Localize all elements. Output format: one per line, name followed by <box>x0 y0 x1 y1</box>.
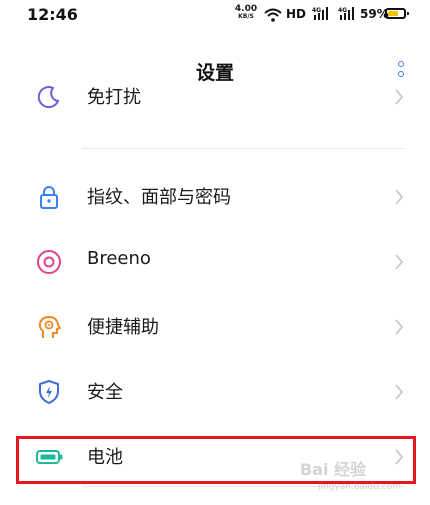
lock-icon <box>36 184 62 210</box>
settings-item-label: 指纹、面部与密码 <box>87 187 231 208</box>
battery-status-icon <box>385 8 409 19</box>
network-speed-unit: KB/S <box>238 13 254 20</box>
signal-4g-icon: 4G <box>338 6 360 25</box>
settings-item-accessibility[interactable]: 便捷辅助 <box>0 296 430 356</box>
svg-text:4G: 4G <box>338 7 347 14</box>
chevron-right-icon <box>394 383 404 405</box>
settings-item-breeno[interactable]: Breeno <box>0 231 430 291</box>
breeno-icon <box>36 249 62 275</box>
settings-item-label: 便捷辅助 <box>87 317 159 338</box>
settings-item-label: 免打扰 <box>87 87 141 108</box>
chevron-right-icon <box>394 88 404 110</box>
signal-4g-icon: 4G <box>312 6 334 25</box>
settings-item-do-not-disturb[interactable]: 免打扰 <box>0 80 430 126</box>
hd-voice-indicator: HD <box>286 7 307 21</box>
watermark-url: jingyan.baidu.com <box>318 482 402 492</box>
settings-item-fingerprint-face-password[interactable]: 指纹、面部与密码 <box>0 166 430 226</box>
shield-icon <box>36 379 62 405</box>
settings-item-label: Breeno <box>87 248 151 269</box>
chevron-right-icon <box>394 188 404 210</box>
svg-text:4G: 4G <box>312 7 321 14</box>
chevron-right-icon <box>394 253 404 275</box>
status-time: 12:46 <box>27 5 78 24</box>
wifi-icon <box>264 7 282 26</box>
network-speed-value: 4.00 <box>234 4 258 14</box>
watermark: Bai 经验 <box>300 460 367 479</box>
status-bar: 12:46 4.00 KB/S HD 4G 4G 59% <box>0 0 430 30</box>
moon-icon <box>36 84 62 110</box>
network-speed: 4.00 KB/S <box>234 5 258 21</box>
chevron-right-icon <box>394 318 404 340</box>
settings-item-label: 安全 <box>87 382 123 403</box>
settings-item-security[interactable]: 安全 <box>0 361 430 421</box>
divider <box>82 148 404 149</box>
accessibility-icon <box>36 314 62 340</box>
